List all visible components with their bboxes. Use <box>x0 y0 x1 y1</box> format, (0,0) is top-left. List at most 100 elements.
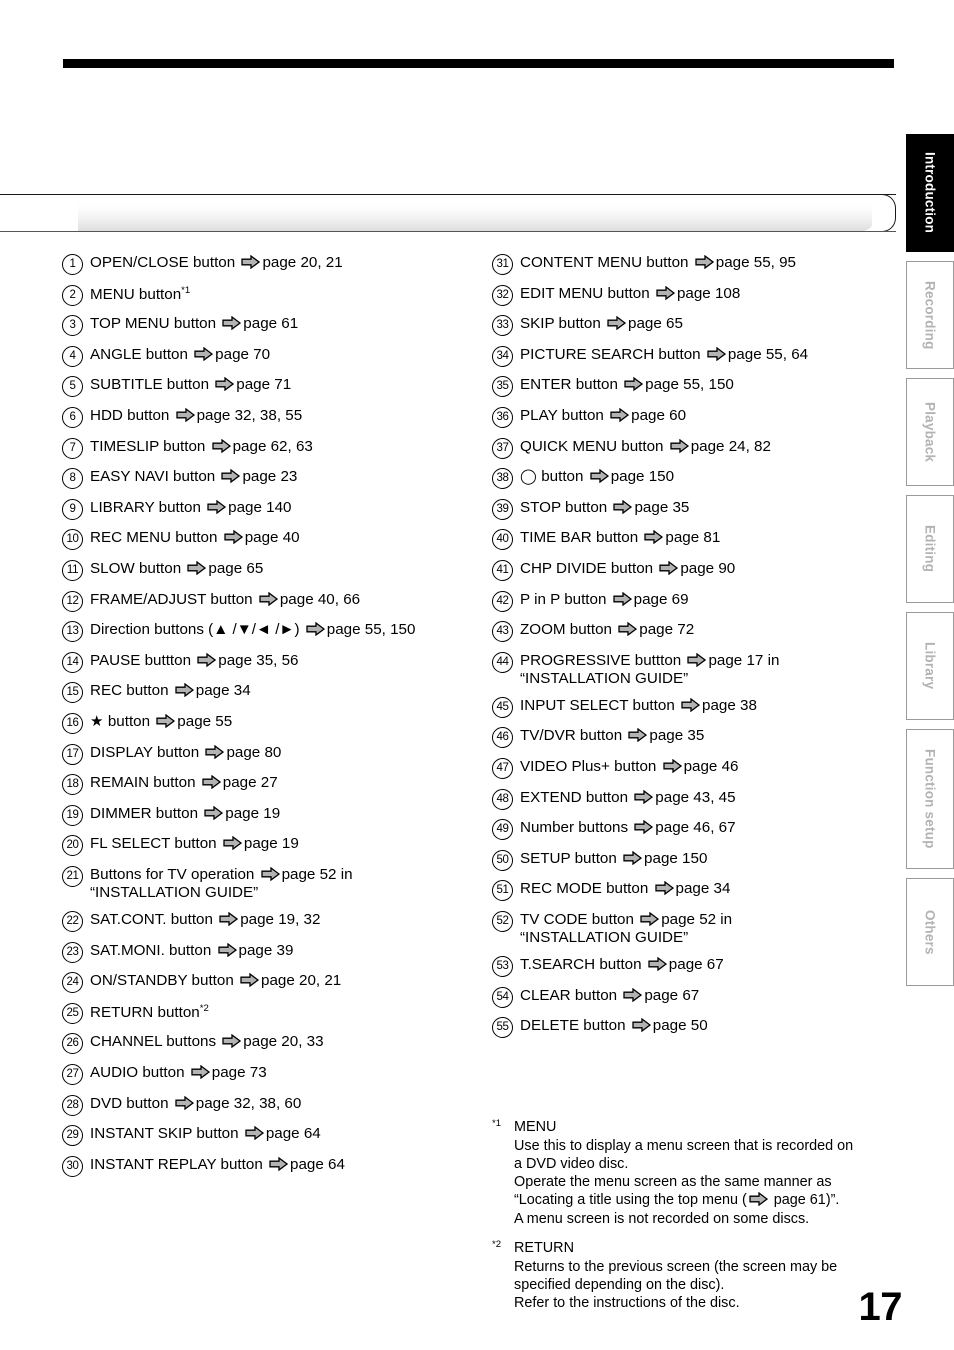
right-block-arrow-icon <box>260 866 280 881</box>
item-text: REC MENU button page 40 <box>90 528 300 547</box>
item-label: CLEAR button <box>520 986 618 1004</box>
item-label: INSTANT SKIP button <box>90 1125 239 1143</box>
item-label: TIMESLIP button <box>90 437 206 455</box>
item-label: RETURN button <box>90 1003 200 1021</box>
page-reference: page 40 <box>244 529 300 547</box>
item-text: HDD button page 32, 38, 55 <box>90 406 302 425</box>
item-label: CONTENT MENU button <box>520 254 689 271</box>
side-tab-label: Library <box>922 642 938 690</box>
right-block-arrow-icon <box>634 789 654 804</box>
item-number-badge: 41 <box>492 559 513 581</box>
right-block-arrow-icon <box>211 438 231 453</box>
item-number-badge: 5 <box>62 376 83 398</box>
item-text: INSTANT REPLAY button page 64 <box>90 1155 345 1174</box>
footnote-body: Returns to the previous screen (the scre… <box>492 1258 892 1312</box>
item-number-badge: 17 <box>62 743 83 765</box>
side-tab-playback[interactable]: Playback <box>906 378 954 486</box>
item-label: AUDIO button <box>90 1064 185 1081</box>
item-number-badge: 38 <box>492 468 513 490</box>
item-text: PICTURE SEARCH button page 55, 64 <box>520 345 808 364</box>
item-text: SAT.CONT. button page 19, 32 <box>90 910 320 929</box>
item-text: Buttons for TV operation page 52 in “INST… <box>90 865 353 902</box>
side-tab-label: Playback <box>922 401 938 463</box>
item-label: REC MODE button <box>520 880 649 898</box>
item-text: RETURN button*2 <box>90 1002 209 1022</box>
list-item: 8 EASY NAVI button page 23 <box>62 467 472 490</box>
footnote-marker: *1 <box>492 1118 514 1137</box>
page-reference: page 62, 63 <box>232 437 313 455</box>
item-number-badge: 40 <box>492 529 513 551</box>
item-number-badge: 1 <box>62 254 83 275</box>
button-list-left-column: 1 OPEN/CLOSE button page 20, 21 2 MENU butt… <box>62 253 472 1185</box>
item-number-badge: 8 <box>62 468 83 490</box>
page-reference: page 55, 64 <box>727 345 809 363</box>
right-block-arrow-icon <box>204 805 224 820</box>
side-tab-library[interactable]: Library <box>906 612 954 720</box>
item-text: CHANNEL buttons page 20, 33 <box>90 1032 324 1051</box>
item-text: DELETE button page 50 <box>520 1016 708 1035</box>
right-block-arrow-icon <box>623 850 643 865</box>
item-label: REMAIN button <box>90 774 196 792</box>
item-label: FL SELECT button <box>90 835 217 853</box>
page-reference: page 61 <box>243 315 299 333</box>
list-item: 2 MENU button*1 <box>62 284 472 306</box>
item-number-badge: 20 <box>62 835 83 857</box>
page-reference: page 108 <box>676 284 741 302</box>
right-block-arrow-icon <box>221 469 241 484</box>
list-item: 1 OPEN/CLOSE button page 20, 21 <box>62 253 472 275</box>
list-item: 31 CONTENT MENU button page 55, 95 <box>492 253 892 275</box>
item-number-badge: 29 <box>62 1125 83 1147</box>
list-item: 5 SUBTITLE button page 71 <box>62 375 472 398</box>
item-number-badge: 2 <box>62 284 83 306</box>
item-label: DELETE button <box>520 1017 626 1035</box>
page-reference: page 43, 45 <box>655 788 736 806</box>
item-number-badge: 43 <box>492 621 513 643</box>
item-number-badge: 45 <box>492 696 513 718</box>
item-number-badge: 22 <box>62 911 83 933</box>
item-text: TV/DVR button page 35 <box>520 726 704 745</box>
footnote-line: a DVD video disc. <box>514 1156 629 1173</box>
item-text: SUBTITLE button page 71 <box>90 375 291 394</box>
item-label: REC button <box>90 682 169 700</box>
right-block-arrow-icon <box>610 407 630 422</box>
item-label: REC MENU button <box>90 529 218 547</box>
item-text: Direction buttons (▲ /▼/◄ /►) page 55, 1… <box>90 620 415 639</box>
list-item: 46 TV/DVR button page 35 <box>492 726 892 749</box>
item-text: PAUSE buttton page 35, 56 <box>90 651 299 670</box>
side-tab-introduction[interactable]: Introduction <box>906 134 954 252</box>
page-reference: page 150 <box>610 468 675 486</box>
side-tab-others[interactable]: Others <box>906 878 954 986</box>
side-tab-editing[interactable]: Editing <box>906 495 954 603</box>
item-number-badge: 11 <box>62 559 83 581</box>
page-reference: page 55, 150 <box>645 376 734 394</box>
item-number-badge: 13 <box>62 621 83 643</box>
side-tab-function-setup[interactable]: Function setup <box>906 729 954 869</box>
page-reference: page 65 <box>628 315 683 333</box>
list-item: 21 Buttons for TV operation page 52 in “IN… <box>62 865 472 902</box>
right-block-arrow-icon <box>269 1156 288 1171</box>
item-text: ZOOM button page 72 <box>520 620 694 639</box>
item-text: DIMMER button page 19 <box>90 804 280 823</box>
list-item: 35 ENTER button page 55, 150 <box>492 375 892 398</box>
item-text: REMAIN button page 27 <box>90 773 278 792</box>
page-reference: page 24, 82 <box>690 437 771 455</box>
banner-rounded-cap <box>872 194 896 232</box>
list-item: 44 PROGRESSIVE buttton page 17 in “INSTALL… <box>492 651 892 688</box>
footnote-body: Use this to display a menu screen that i… <box>492 1137 892 1228</box>
footnote-line: “Locating a title using the top menu ( p… <box>514 1191 892 1209</box>
side-tab-recording[interactable]: Recording <box>906 261 954 369</box>
right-block-arrow-icon <box>205 744 225 759</box>
footnote-line: specified depending on the disc). <box>514 1276 725 1293</box>
item-text: T.SEARCH button page 67 <box>520 955 724 974</box>
item-text: FRAME/ADJUST button page 40, 66 <box>90 590 360 609</box>
right-block-arrow-icon <box>687 652 707 667</box>
item-number-badge: 14 <box>62 651 83 673</box>
item-number-badge: 52 <box>492 911 513 933</box>
page-reference: page 65 <box>208 559 264 577</box>
page-reference: page 73 <box>211 1064 267 1081</box>
item-text: Number buttons page 46, 67 <box>520 818 736 837</box>
item-number-badge: 21 <box>62 865 83 887</box>
right-block-arrow-icon <box>175 683 194 698</box>
right-block-arrow-icon <box>656 285 675 300</box>
item-label: Buttons for TV operation <box>90 865 255 883</box>
